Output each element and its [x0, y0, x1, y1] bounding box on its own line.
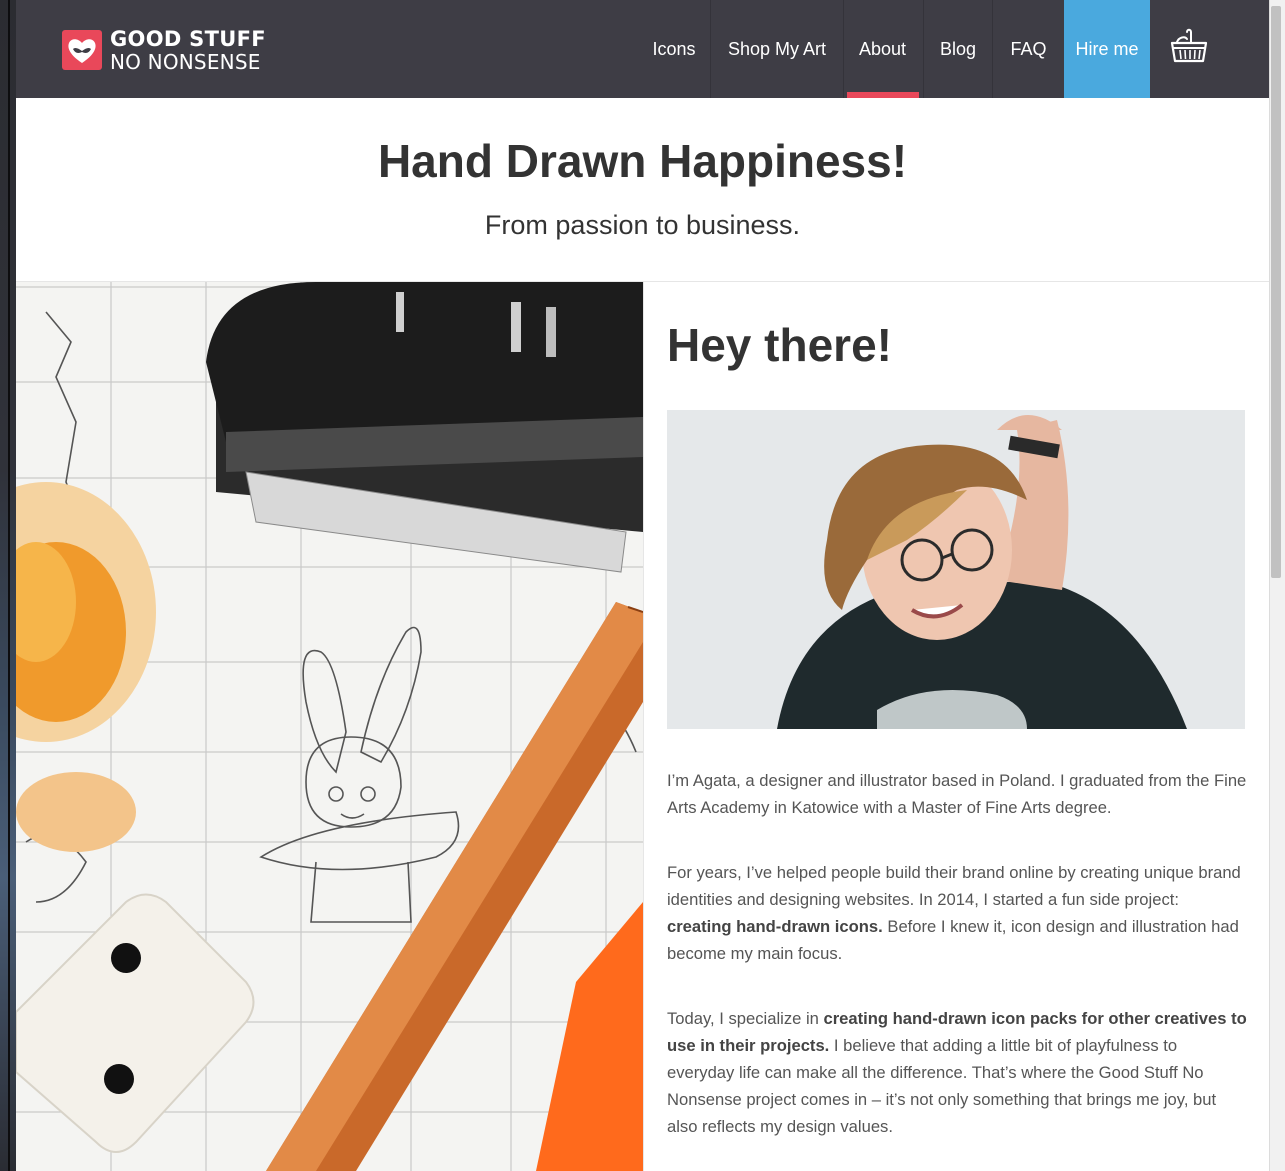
about-paragraph-2-text-a: For years, I’ve helped people build thei…: [667, 863, 1241, 909]
desktop-left-edge: [0, 0, 16, 1171]
about-paragraph-3-text-a: Today, I specialize in: [667, 1009, 824, 1028]
logo-line-2: NO NONSENSE: [110, 50, 261, 74]
nav-blog[interactable]: Blog: [924, 0, 992, 98]
column-divider: [643, 282, 644, 1171]
nav-icons[interactable]: Icons: [638, 0, 710, 98]
sketch-desk-photo: [16, 282, 643, 1171]
about-paragraph-1: I’m Agata, a designer and illustrator ba…: [667, 771, 1247, 817]
about-paragraph-2: For years, I’ve helped people build thei…: [667, 859, 1247, 967]
site-logo[interactable]: GOOD STUFF NO NONSENSE: [62, 27, 282, 74]
page-title: Hand Drawn Happiness!: [377, 135, 908, 187]
nav-about[interactable]: About: [844, 0, 921, 98]
nav-faq[interactable]: FAQ: [993, 0, 1064, 98]
about-paragraph-2-bold: creating hand-drawn icons.: [667, 917, 883, 936]
scrollbar-thumb[interactable]: [1271, 6, 1281, 578]
basket-icon[interactable]: [1167, 28, 1211, 68]
nav-active-indicator: [847, 92, 919, 98]
nav-shop-my-art[interactable]: Shop My Art: [711, 0, 843, 98]
about-heading: Hey there!: [667, 319, 892, 371]
about-paragraph-3: Today, I specialize in creating hand-dra…: [667, 1005, 1247, 1140]
portrait-photo: [667, 410, 1245, 729]
page-subtitle: From passion to business.: [484, 210, 801, 240]
logo-line-1: GOOD STUFF: [110, 27, 266, 51]
site-header: GOOD STUFF NO NONSENSE Icons Shop My Art…: [16, 0, 1269, 98]
logo-heart-icon: [62, 30, 102, 70]
page: GOOD STUFF NO NONSENSE Icons Shop My Art…: [16, 0, 1269, 1171]
nav-hire-me-button[interactable]: Hire me: [1064, 0, 1150, 98]
